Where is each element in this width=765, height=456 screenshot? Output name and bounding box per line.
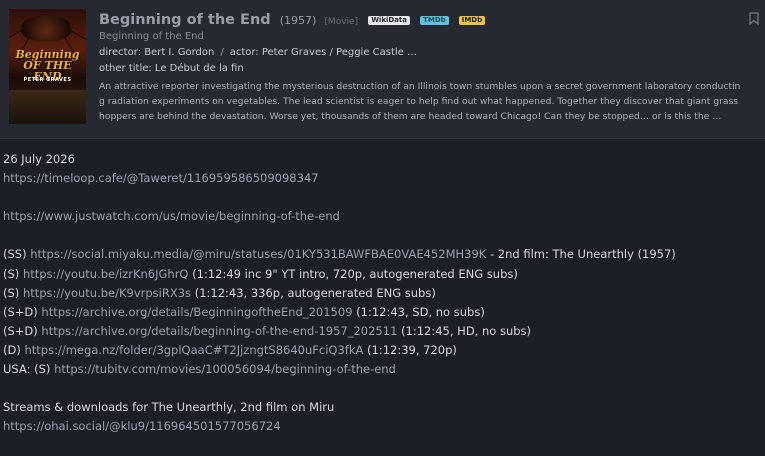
title-row: Beginning of the End (1957) [Movie] Wiki…: [99, 9, 486, 29]
stream-link-prefix: USA: (S): [3, 362, 55, 377]
stream-link-row: (S) https://youtu.be/K9vrpsiRX3s (1:12:4…: [3, 284, 763, 303]
poster-city: [9, 90, 86, 124]
stream-link-details: - 2nd film: The Unearthly (1957): [486, 247, 676, 262]
movie-poster[interactable]: Beginning OF THE END PETER GRAVES: [9, 9, 86, 124]
movie-subtitle: Beginning of the End: [99, 31, 204, 42]
stream-link-row: USA: (S) https://tubitv.com/movies/10005…: [3, 360, 763, 379]
stream-link-prefix: (SS): [3, 247, 31, 262]
stream-link-row: (S+D) https://archive.org/details/Beginn…: [3, 303, 763, 322]
bookmark-icon[interactable]: [749, 12, 759, 25]
stream-link-row: (S) https://youtu.be/izrKn6JGhrQ (1:12:4…: [3, 265, 763, 284]
stream-link-details: (1:12:43, 336p, autogenerated ENG subs): [191, 285, 436, 300]
poster-tagline: PETER GRAVES: [23, 77, 72, 83]
stream-link[interactable]: https://tubitv.com/movies/100056094/begi…: [54, 362, 396, 376]
stream-link-details: (1:12:49 inc 9" YT intro, 720p, autogene…: [188, 266, 518, 281]
stream-links-list: (SS) https://social.miyaku.media/@miru/s…: [3, 245, 763, 379]
movie-other-title: other title: Le Début de la fin: [99, 63, 244, 74]
post-body: 26 July 2026 https://timeloop.cafe/@Tawe…: [3, 150, 763, 436]
stream-link[interactable]: https://social.miyaku.media/@miru/status…: [30, 247, 486, 261]
movie-crew: director: Bert I. Gordon / actor: Peter Gr…: [99, 47, 417, 58]
stream-link-prefix: (D): [3, 342, 25, 357]
stream-link-prefix: (S): [3, 285, 23, 300]
stream-link-details: (1:12:39, 720p): [363, 342, 457, 357]
post-date: 26 July 2026: [3, 152, 75, 166]
justwatch-link[interactable]: https://www.justwatch.com/us/movie/begin…: [3, 209, 340, 223]
tmdb-badge[interactable]: TMDb: [420, 16, 449, 25]
stream-link-details: (1:12:45, HD, no subs): [397, 323, 532, 338]
movie-actors: actor: Peter Graves / Peggie Castle …: [229, 47, 418, 58]
movie-description: An attractive reporter investigating the…: [99, 81, 741, 122]
stream-link[interactable]: https://archive.org/details/Beginningoft…: [41, 305, 352, 319]
timeloop-link[interactable]: https://timeloop.cafe/@Taweret/116959586…: [3, 171, 319, 185]
crew-separator: /: [220, 47, 224, 58]
stream-link[interactable]: https://mega.nz/folder/3gplQaaC#T2Jjzngt…: [24, 343, 363, 357]
movie-title[interactable]: Beginning of the End: [99, 12, 271, 28]
stream-link-prefix: (S+D): [3, 323, 42, 338]
imdb-badge[interactable]: IMDb: [458, 16, 486, 25]
streams-heading: Streams & downloads for The Unearthly, 2…: [3, 400, 335, 415]
ohai-link[interactable]: https://ohai.social/@klu9/11696450157705…: [3, 419, 281, 433]
wikidata-badge[interactable]: WikiData: [368, 16, 410, 25]
stream-link[interactable]: https://archive.org/details/beginning-of…: [41, 324, 397, 338]
stream-link-prefix: (S+D): [3, 304, 42, 319]
stream-link-prefix: (S): [3, 266, 23, 281]
movie-director: director: Bert I. Gordon: [99, 47, 215, 58]
stream-link-row: (D) https://mega.nz/folder/3gplQaaC#T2Jj…: [3, 341, 763, 360]
movie-kind: [Movie]: [324, 17, 359, 27]
stream-link[interactable]: https://youtu.be/izrKn6JGhrQ: [23, 267, 189, 281]
stream-link[interactable]: https://youtu.be/K9vrpsiRX3s: [23, 286, 191, 300]
stream-link-details: (1:12:43, SD, no subs): [352, 304, 485, 319]
stream-link-row: (SS) https://social.miyaku.media/@miru/s…: [3, 245, 763, 264]
movie-year: (1957): [279, 14, 317, 27]
stream-link-row: (S+D) https://archive.org/details/beginn…: [3, 322, 763, 341]
movie-card: Beginning OF THE END PETER GRAVES Beginn…: [0, 0, 765, 139]
